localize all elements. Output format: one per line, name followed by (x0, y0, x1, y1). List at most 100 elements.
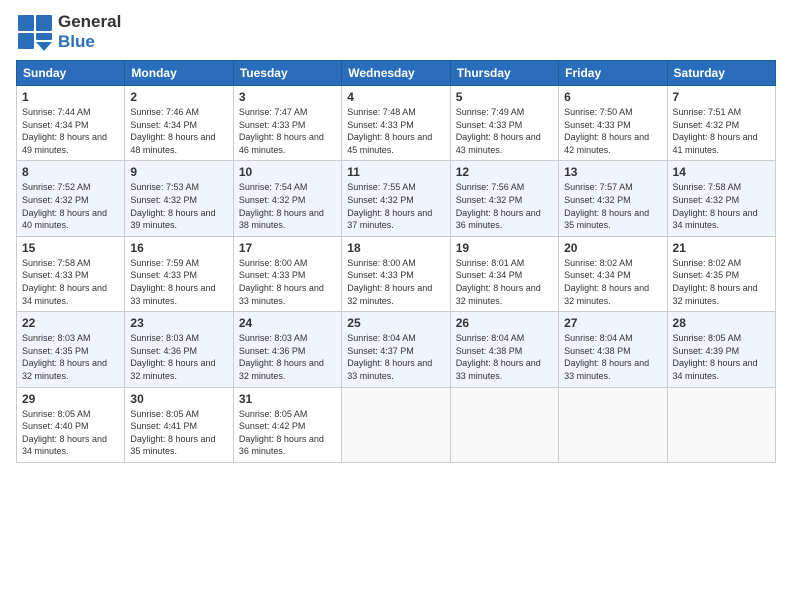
day-info: Sunrise: 8:02 AMSunset: 4:34 PMDaylight:… (564, 258, 649, 306)
day-info: Sunrise: 7:50 AMSunset: 4:33 PMDaylight:… (564, 107, 649, 155)
day-number: 13 (564, 165, 661, 179)
day-info: Sunrise: 7:59 AMSunset: 4:33 PMDaylight:… (130, 258, 215, 306)
day-number: 21 (673, 241, 770, 255)
day-info: Sunrise: 8:04 AMSunset: 4:38 PMDaylight:… (456, 333, 541, 381)
day-cell-7: 7 Sunrise: 7:51 AMSunset: 4:32 PMDayligh… (667, 86, 775, 161)
day-number: 9 (130, 165, 227, 179)
empty-cell (559, 387, 667, 462)
day-info: Sunrise: 7:53 AMSunset: 4:32 PMDaylight:… (130, 182, 215, 230)
day-info: Sunrise: 8:04 AMSunset: 4:38 PMDaylight:… (564, 333, 649, 381)
day-number: 4 (347, 90, 444, 104)
day-info: Sunrise: 7:55 AMSunset: 4:32 PMDaylight:… (347, 182, 432, 230)
day-cell-16: 16 Sunrise: 7:59 AMSunset: 4:33 PMDaylig… (125, 236, 233, 311)
day-cell-30: 30 Sunrise: 8:05 AMSunset: 4:41 PMDaylig… (125, 387, 233, 462)
logo-icon (16, 13, 54, 51)
day-info: Sunrise: 8:05 AMSunset: 4:39 PMDaylight:… (673, 333, 758, 381)
day-cell-20: 20 Sunrise: 8:02 AMSunset: 4:34 PMDaylig… (559, 236, 667, 311)
day-cell-29: 29 Sunrise: 8:05 AMSunset: 4:40 PMDaylig… (17, 387, 125, 462)
day-number: 7 (673, 90, 770, 104)
day-info: Sunrise: 7:48 AMSunset: 4:33 PMDaylight:… (347, 107, 432, 155)
col-header-saturday: Saturday (667, 61, 775, 86)
day-cell-27: 27 Sunrise: 8:04 AMSunset: 4:38 PMDaylig… (559, 312, 667, 387)
day-cell-19: 19 Sunrise: 8:01 AMSunset: 4:34 PMDaylig… (450, 236, 558, 311)
day-info: Sunrise: 8:03 AMSunset: 4:36 PMDaylight:… (239, 333, 324, 381)
day-info: Sunrise: 8:03 AMSunset: 4:35 PMDaylight:… (22, 333, 107, 381)
day-number: 29 (22, 392, 119, 406)
day-cell-4: 4 Sunrise: 7:48 AMSunset: 4:33 PMDayligh… (342, 86, 450, 161)
day-cell-6: 6 Sunrise: 7:50 AMSunset: 4:33 PMDayligh… (559, 86, 667, 161)
day-cell-23: 23 Sunrise: 8:03 AMSunset: 4:36 PMDaylig… (125, 312, 233, 387)
day-info: Sunrise: 7:47 AMSunset: 4:33 PMDaylight:… (239, 107, 324, 155)
day-cell-17: 17 Sunrise: 8:00 AMSunset: 4:33 PMDaylig… (233, 236, 341, 311)
logo: General Blue (16, 12, 121, 52)
header: General Blue (16, 12, 776, 52)
day-cell-25: 25 Sunrise: 8:04 AMSunset: 4:37 PMDaylig… (342, 312, 450, 387)
day-info: Sunrise: 8:02 AMSunset: 4:35 PMDaylight:… (673, 258, 758, 306)
day-info: Sunrise: 8:05 AMSunset: 4:42 PMDaylight:… (239, 409, 324, 457)
day-number: 28 (673, 316, 770, 330)
day-info: Sunrise: 8:00 AMSunset: 4:33 PMDaylight:… (239, 258, 324, 306)
day-cell-28: 28 Sunrise: 8:05 AMSunset: 4:39 PMDaylig… (667, 312, 775, 387)
day-info: Sunrise: 8:01 AMSunset: 4:34 PMDaylight:… (456, 258, 541, 306)
day-info: Sunrise: 7:46 AMSunset: 4:34 PMDaylight:… (130, 107, 215, 155)
logo-blue: Blue (58, 32, 95, 51)
day-number: 6 (564, 90, 661, 104)
week-row-4: 22 Sunrise: 8:03 AMSunset: 4:35 PMDaylig… (17, 312, 776, 387)
header-row: SundayMondayTuesdayWednesdayThursdayFrid… (17, 61, 776, 86)
day-cell-9: 9 Sunrise: 7:53 AMSunset: 4:32 PMDayligh… (125, 161, 233, 236)
logo-general: General (58, 12, 121, 31)
col-header-monday: Monday (125, 61, 233, 86)
day-cell-12: 12 Sunrise: 7:56 AMSunset: 4:32 PMDaylig… (450, 161, 558, 236)
day-cell-5: 5 Sunrise: 7:49 AMSunset: 4:33 PMDayligh… (450, 86, 558, 161)
day-number: 25 (347, 316, 444, 330)
week-row-5: 29 Sunrise: 8:05 AMSunset: 4:40 PMDaylig… (17, 387, 776, 462)
page: General Blue SundayMondayTuesdayWednesda… (0, 0, 792, 612)
day-info: Sunrise: 7:49 AMSunset: 4:33 PMDaylight:… (456, 107, 541, 155)
day-number: 19 (456, 241, 553, 255)
day-number: 17 (239, 241, 336, 255)
day-cell-10: 10 Sunrise: 7:54 AMSunset: 4:32 PMDaylig… (233, 161, 341, 236)
day-number: 30 (130, 392, 227, 406)
col-header-thursday: Thursday (450, 61, 558, 86)
day-number: 20 (564, 241, 661, 255)
empty-cell (342, 387, 450, 462)
day-info: Sunrise: 7:56 AMSunset: 4:32 PMDaylight:… (456, 182, 541, 230)
day-info: Sunrise: 7:58 AMSunset: 4:32 PMDaylight:… (673, 182, 758, 230)
day-number: 3 (239, 90, 336, 104)
day-number: 1 (22, 90, 119, 104)
day-number: 15 (22, 241, 119, 255)
day-info: Sunrise: 8:04 AMSunset: 4:37 PMDaylight:… (347, 333, 432, 381)
day-info: Sunrise: 7:58 AMSunset: 4:33 PMDaylight:… (22, 258, 107, 306)
day-number: 24 (239, 316, 336, 330)
day-cell-31: 31 Sunrise: 8:05 AMSunset: 4:42 PMDaylig… (233, 387, 341, 462)
day-info: Sunrise: 8:05 AMSunset: 4:41 PMDaylight:… (130, 409, 215, 457)
day-cell-8: 8 Sunrise: 7:52 AMSunset: 4:32 PMDayligh… (17, 161, 125, 236)
day-number: 10 (239, 165, 336, 179)
day-info: Sunrise: 7:52 AMSunset: 4:32 PMDaylight:… (22, 182, 107, 230)
day-cell-3: 3 Sunrise: 7:47 AMSunset: 4:33 PMDayligh… (233, 86, 341, 161)
day-number: 14 (673, 165, 770, 179)
day-cell-2: 2 Sunrise: 7:46 AMSunset: 4:34 PMDayligh… (125, 86, 233, 161)
calendar: SundayMondayTuesdayWednesdayThursdayFrid… (16, 60, 776, 463)
day-number: 27 (564, 316, 661, 330)
day-info: Sunrise: 8:03 AMSunset: 4:36 PMDaylight:… (130, 333, 215, 381)
day-number: 23 (130, 316, 227, 330)
day-number: 16 (130, 241, 227, 255)
day-number: 22 (22, 316, 119, 330)
week-row-3: 15 Sunrise: 7:58 AMSunset: 4:33 PMDaylig… (17, 236, 776, 311)
day-cell-1: 1 Sunrise: 7:44 AMSunset: 4:34 PMDayligh… (17, 86, 125, 161)
day-info: Sunrise: 7:54 AMSunset: 4:32 PMDaylight:… (239, 182, 324, 230)
day-cell-24: 24 Sunrise: 8:03 AMSunset: 4:36 PMDaylig… (233, 312, 341, 387)
week-row-1: 1 Sunrise: 7:44 AMSunset: 4:34 PMDayligh… (17, 86, 776, 161)
day-cell-15: 15 Sunrise: 7:58 AMSunset: 4:33 PMDaylig… (17, 236, 125, 311)
day-cell-18: 18 Sunrise: 8:00 AMSunset: 4:33 PMDaylig… (342, 236, 450, 311)
day-number: 8 (22, 165, 119, 179)
day-cell-21: 21 Sunrise: 8:02 AMSunset: 4:35 PMDaylig… (667, 236, 775, 311)
day-cell-14: 14 Sunrise: 7:58 AMSunset: 4:32 PMDaylig… (667, 161, 775, 236)
day-info: Sunrise: 7:44 AMSunset: 4:34 PMDaylight:… (22, 107, 107, 155)
day-number: 26 (456, 316, 553, 330)
col-header-tuesday: Tuesday (233, 61, 341, 86)
day-number: 31 (239, 392, 336, 406)
col-header-wednesday: Wednesday (342, 61, 450, 86)
week-row-2: 8 Sunrise: 7:52 AMSunset: 4:32 PMDayligh… (17, 161, 776, 236)
